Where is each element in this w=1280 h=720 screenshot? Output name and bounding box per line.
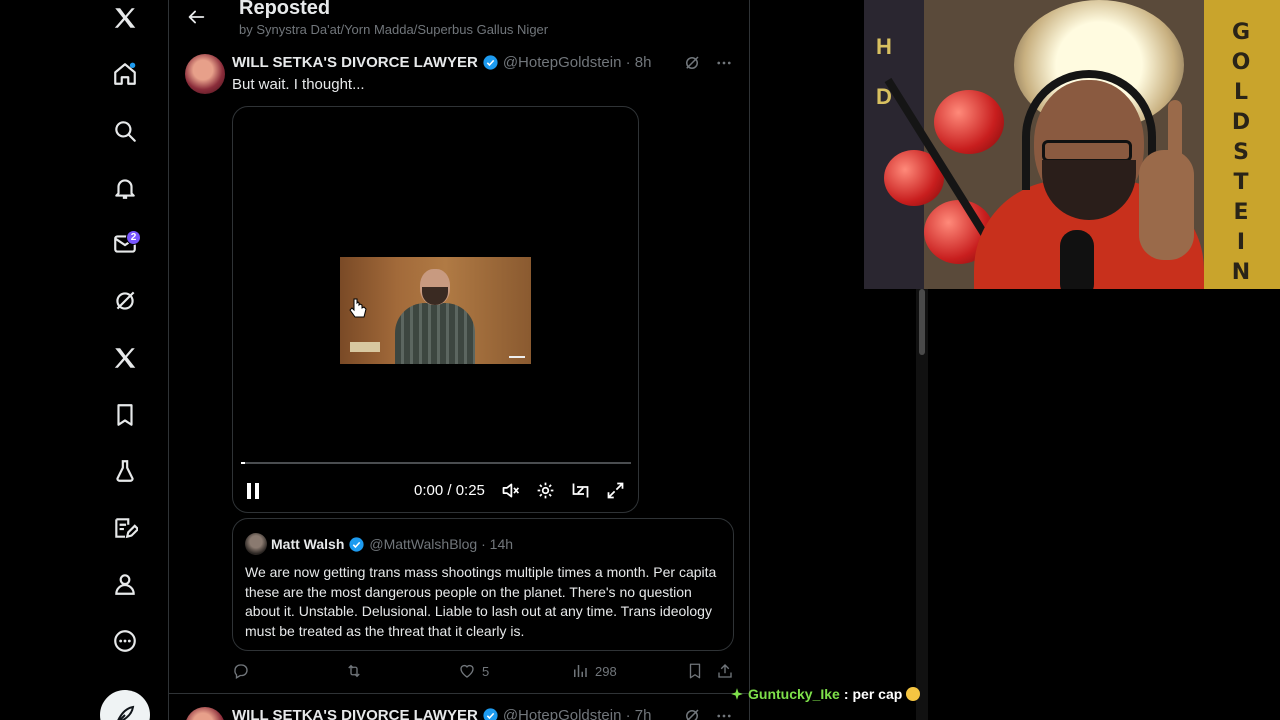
- verified-badge-icon: [483, 55, 498, 70]
- tweet[interactable]: WILL SETKA'S DIVORCE LAWYER @HotepGoldst…: [169, 42, 749, 694]
- more-icon[interactable]: [715, 707, 733, 720]
- pause-button[interactable]: [247, 483, 261, 499]
- avatar[interactable]: [185, 54, 225, 94]
- bookmark-button[interactable]: [686, 662, 704, 680]
- view-count: 298: [595, 663, 617, 679]
- like-button[interactable]: 5: [458, 662, 489, 680]
- profile-icon[interactable]: [105, 564, 145, 604]
- video-progress-fill: [241, 462, 245, 464]
- picture-in-picture-icon[interactable]: [570, 480, 591, 501]
- share-icon: [718, 664, 732, 678]
- views-chart-icon: [574, 665, 587, 677]
- author-name[interactable]: WILL SETKA'S DIVORCE LAWYER: [232, 54, 478, 71]
- quoted-author-name: Matt Walsh: [271, 536, 345, 552]
- stream-chat-message: Guntucky_Ike : per cap: [730, 686, 921, 702]
- heart-icon: [460, 664, 474, 678]
- feather-icon: [117, 705, 135, 720]
- share-button[interactable]: [716, 662, 734, 680]
- webcam-left-banner-text: HD: [876, 34, 892, 109]
- video-controls: 0:00 / 0:25: [233, 477, 638, 507]
- video-frame: [340, 257, 531, 364]
- webcam-right-banner: GOLDSTEIN: [1204, 0, 1280, 289]
- mute-icon[interactable]: [500, 480, 521, 501]
- grok-icon[interactable]: [683, 707, 701, 720]
- avatar[interactable]: [185, 707, 225, 720]
- video-player[interactable]: 0:00 / 0:25: [232, 106, 639, 513]
- webcam-overlay: HD GOLDSTEIN: [864, 0, 1280, 289]
- chat-username: Guntucky_Ike: [748, 686, 840, 702]
- tweet[interactable]: WILL SETKA'S DIVORCE LAWYER @HotepGoldst…: [169, 695, 749, 720]
- chat-message-text: per cap: [852, 686, 903, 702]
- webcam-banner-text: GOLDSTEIN: [1231, 20, 1253, 285]
- quoted-tweet-header: Matt Walsh @MattWalshBlog · 14h: [245, 533, 513, 555]
- tweet-header: WILL SETKA'S DIVORCE LAWYER @HotepGoldst…: [232, 54, 651, 71]
- repost-icon: [348, 664, 360, 678]
- like-count: 5: [482, 663, 490, 679]
- bookmark-icon: [689, 663, 701, 679]
- video-progress-bar[interactable]: [241, 462, 631, 464]
- verified-badge-icon: [483, 708, 498, 720]
- premium-x-icon[interactable]: [105, 338, 145, 378]
- sparkle-icon: [731, 688, 743, 700]
- articles-compose-icon[interactable]: [105, 508, 145, 548]
- webcam-left-banner: HD: [864, 0, 924, 289]
- compose-post-button[interactable]: [100, 690, 150, 720]
- back-arrow-icon[interactable]: [185, 6, 207, 28]
- repost-button[interactable]: [345, 662, 363, 680]
- search-icon[interactable]: [105, 111, 145, 151]
- tweet-top-actions: [683, 707, 733, 720]
- author-name[interactable]: WILL SETKA'S DIVORCE LAWYER: [232, 707, 478, 720]
- author-handle-time[interactable]: @HotepGoldstein · 7h: [503, 707, 652, 720]
- more-icon[interactable]: [715, 54, 733, 72]
- x-logo-icon[interactable]: [105, 0, 145, 38]
- home-icon[interactable]: [105, 54, 145, 94]
- fullscreen-icon[interactable]: [605, 480, 626, 501]
- avatar: [245, 533, 267, 555]
- scrollbar-thumb[interactable]: [919, 289, 925, 355]
- tweet-text: But wait. I thought...: [232, 76, 365, 93]
- tweet-action-bar: 5 298: [232, 662, 737, 684]
- video-time: 0:00 / 0:25: [414, 482, 485, 499]
- jobs-flask-icon[interactable]: [105, 451, 145, 491]
- page-header: Reposted by Synystra Da'at/Yorn Madda/Su…: [169, 0, 749, 42]
- quoted-tweet[interactable]: Matt Walsh @MattWalshBlog · 14h We are n…: [232, 518, 734, 651]
- grok-icon[interactable]: [683, 54, 701, 72]
- tweet-top-actions: [683, 54, 733, 72]
- grok-icon[interactable]: [105, 281, 145, 321]
- bookmarks-icon[interactable]: [105, 395, 145, 435]
- verified-badge-icon: [349, 536, 364, 552]
- messages-badge: 2: [126, 230, 141, 245]
- reply-button[interactable]: [232, 662, 250, 680]
- quoted-author-handle-time: @MattWalshBlog · 14h: [369, 536, 514, 552]
- settings-gear-icon[interactable]: [535, 480, 556, 501]
- notifications-bell-icon[interactable]: [105, 168, 145, 208]
- page-subtitle: by Synystra Da'at/Yorn Madda/Superbus Ga…: [239, 22, 549, 37]
- author-handle-time[interactable]: @HotepGoldstein · 8h: [503, 54, 652, 71]
- views-button[interactable]: 298: [571, 662, 617, 680]
- more-options-icon[interactable]: [105, 621, 145, 661]
- messages-mail-icon[interactable]: 2: [105, 224, 145, 264]
- reply-icon: [234, 664, 248, 679]
- tweet-header: WILL SETKA'S DIVORCE LAWYER @HotepGoldst…: [232, 707, 651, 720]
- sidebar-nav: 2: [0, 0, 168, 720]
- flushed-emoji-icon: [906, 687, 921, 701]
- hand-cursor-icon: [349, 298, 367, 318]
- chat-separator: :: [843, 686, 849, 702]
- quoted-tweet-text: We are now getting trans mass shootings …: [245, 564, 717, 639]
- page-title: Reposted: [239, 0, 331, 19]
- main-timeline-column: Reposted by Synystra Da'at/Yorn Madda/Su…: [168, 0, 750, 720]
- scrollbar[interactable]: [916, 289, 928, 720]
